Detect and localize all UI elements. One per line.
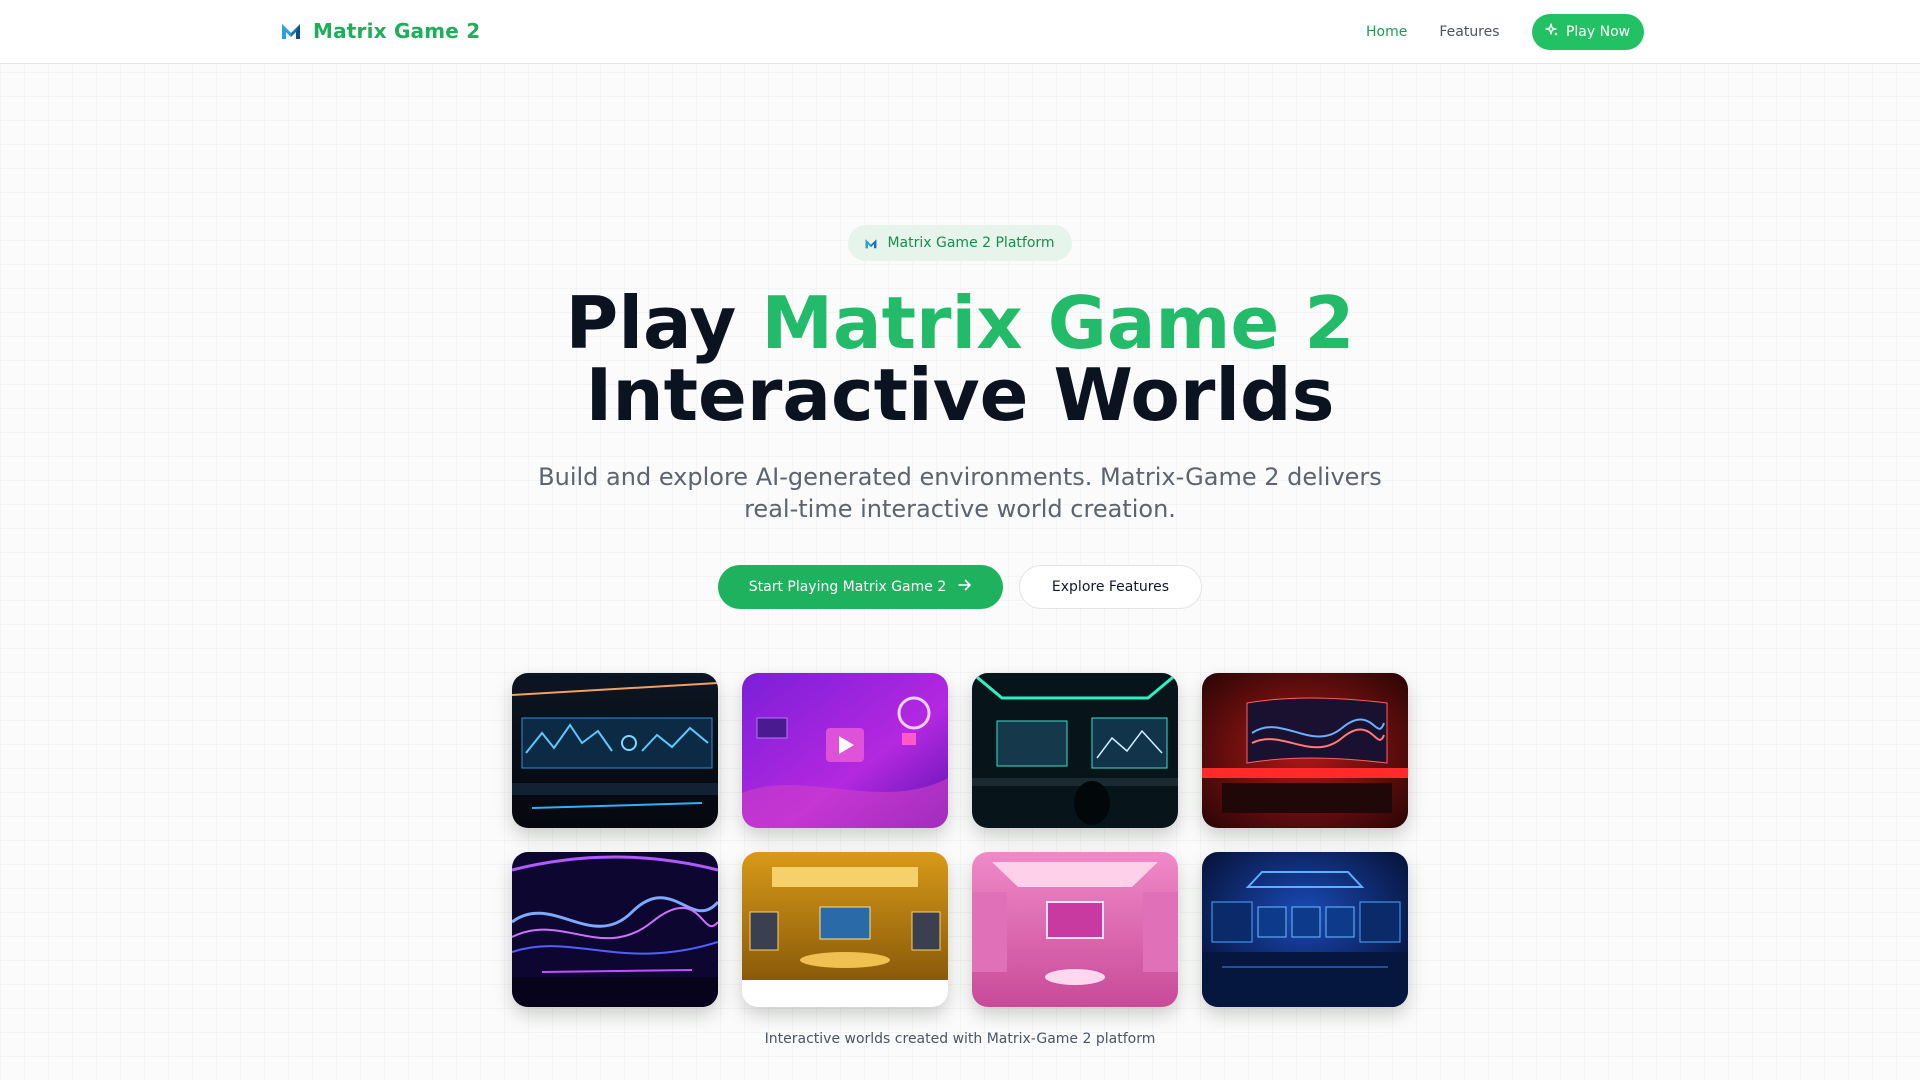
gallery-caption: Interactive worlds created with Matrix-G…	[764, 1031, 1156, 1047]
hero-title: Play Matrix Game 2 Interactive Worlds	[0, 287, 1920, 431]
gallery-image-blue-command-center[interactable]	[1202, 852, 1408, 1007]
start-playing-label: Start Playing Matrix Game 2	[748, 579, 947, 595]
platform-badge: Matrix Game 2 Platform	[848, 225, 1072, 261]
gallery-image-red-monitor-room[interactable]	[1202, 673, 1408, 828]
gallery-image-purple-wave-room[interactable]	[512, 852, 718, 1007]
play-now-label: Play Now	[1565, 24, 1631, 40]
arrow-right-icon	[958, 579, 972, 595]
nav-links: Home Features Play Now	[1366, 0, 1644, 64]
start-playing-button[interactable]: Start Playing Matrix Game 2	[718, 565, 1003, 609]
gallery-image-pink-studio[interactable]	[972, 852, 1178, 1007]
gallery-image-golden-studio[interactable]	[742, 852, 948, 1007]
brand-name: Matrix Game 2	[313, 19, 481, 43]
sparkles-icon	[1545, 23, 1559, 41]
nav-link-home[interactable]: Home	[1366, 24, 1407, 40]
gallery-image-dark-control-room[interactable]	[512, 673, 718, 828]
top-navbar: Matrix Game 2 Home Features Play Now	[0, 0, 1920, 64]
nav-link-features[interactable]: Features	[1439, 24, 1499, 40]
world-gallery	[512, 673, 1408, 1007]
explore-features-button[interactable]: Explore Features	[1019, 565, 1202, 609]
hero-title-rest: Interactive Worlds	[585, 353, 1335, 437]
gallery-image-teal-monitor-room[interactable]	[972, 673, 1178, 828]
badge-label: Matrix Game 2 Platform	[887, 235, 1055, 251]
matrix-logo-icon-small	[865, 234, 877, 253]
play-now-button[interactable]: Play Now	[1531, 14, 1644, 50]
matrix-logo-icon	[281, 22, 301, 40]
hero-subtitle: Build and explore AI-generated environme…	[538, 463, 1382, 523]
brand[interactable]: Matrix Game 2	[281, 19, 480, 43]
gallery-image-purple-play-room[interactable]	[742, 673, 948, 828]
